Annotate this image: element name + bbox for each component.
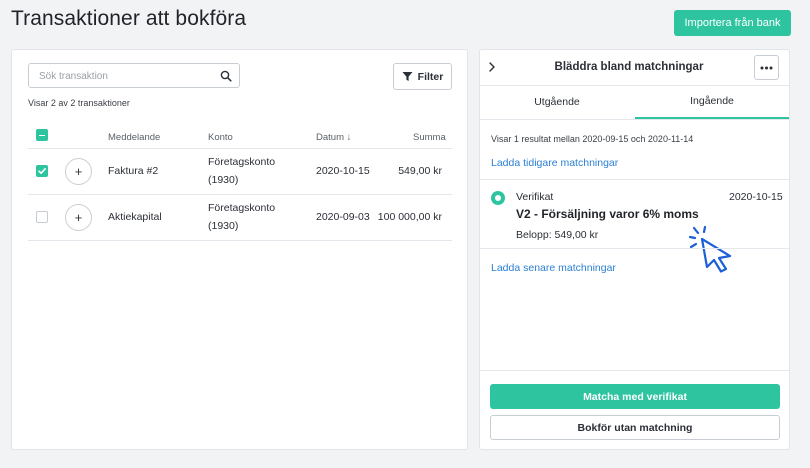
match-title: V2 - Försäljning varor 6% moms xyxy=(516,207,699,221)
more-options-button[interactable] xyxy=(754,55,779,80)
column-header-date[interactable]: Datum ↓ xyxy=(316,132,351,143)
row-sum: 549,00 kr xyxy=(398,165,442,177)
search-box[interactable] xyxy=(28,63,240,88)
match-amount: Belopp: 549,00 kr xyxy=(516,229,599,241)
row-account-number: (1930) xyxy=(208,174,239,186)
results-info: Visar 1 resultat mellan 2020-09-15 och 2… xyxy=(491,134,694,144)
row-message: Faktura #2 xyxy=(108,165,159,177)
transactions-panel: Filter Visar 2 av 2 transaktioner Meddel… xyxy=(11,49,468,450)
row-divider xyxy=(28,194,452,195)
column-header-account[interactable]: Konto xyxy=(208,132,233,143)
row-account: Företagskonto xyxy=(208,156,276,168)
book-without-matching-button[interactable]: Bokför utan matchning xyxy=(490,415,780,440)
tab-incoming[interactable]: Ingående xyxy=(635,85,789,119)
match-bottom-divider xyxy=(480,248,789,249)
add-button[interactable]: + xyxy=(65,158,92,185)
tab-outgoing[interactable]: Utgående xyxy=(480,85,634,119)
row-checkbox[interactable] xyxy=(36,211,48,223)
row-checkbox-checked[interactable] xyxy=(36,165,48,177)
row-account-number: (1930) xyxy=(208,220,239,232)
showing-count: Visar 2 av 2 transaktioner xyxy=(28,98,130,108)
chevron-right-icon[interactable] xyxy=(486,61,498,73)
match-date: 2020-10-15 xyxy=(729,191,783,203)
header-divider xyxy=(28,148,452,149)
row-account: Företagskonto xyxy=(208,202,276,214)
tabs-divider xyxy=(480,119,789,120)
load-earlier-link[interactable]: Ladda tidigare matchningar xyxy=(491,157,618,169)
match-with-voucher-button[interactable]: Matcha med verifikat xyxy=(490,384,780,409)
match-radio-selected[interactable] xyxy=(491,191,505,205)
filter-icon xyxy=(402,72,413,81)
load-later-link[interactable]: Ladda senare matchningar xyxy=(491,262,616,274)
add-button[interactable]: + xyxy=(65,204,92,231)
click-cursor-icon xyxy=(688,225,732,273)
select-all-checkbox[interactable] xyxy=(36,129,48,141)
checkmark-icon xyxy=(38,168,46,174)
more-icon xyxy=(760,66,773,69)
search-icon[interactable] xyxy=(220,70,232,82)
column-header-sum[interactable]: Summa xyxy=(413,132,446,143)
footer-divider xyxy=(480,370,789,371)
plus-icon: + xyxy=(74,210,83,225)
row-sum: 100 000,00 kr xyxy=(377,211,442,223)
page-title: Transaktioner att bokföra xyxy=(11,7,247,30)
match-type: Verifikat xyxy=(516,191,554,203)
filter-label: Filter xyxy=(417,70,444,83)
row-divider xyxy=(28,240,452,241)
match-top-divider xyxy=(480,179,789,180)
column-header-message[interactable]: Meddelande xyxy=(108,132,160,143)
panel-title: Bläddra bland matchningar xyxy=(554,61,704,73)
import-from-bank-button[interactable]: Importera från bank xyxy=(674,10,791,36)
filter-button[interactable]: Filter xyxy=(393,63,452,90)
row-message: Aktiekapital xyxy=(108,211,162,223)
plus-icon: + xyxy=(74,164,83,179)
matches-panel: Bläddra bland matchningar Utgående Ingåe… xyxy=(479,49,790,450)
search-input[interactable] xyxy=(39,68,209,84)
